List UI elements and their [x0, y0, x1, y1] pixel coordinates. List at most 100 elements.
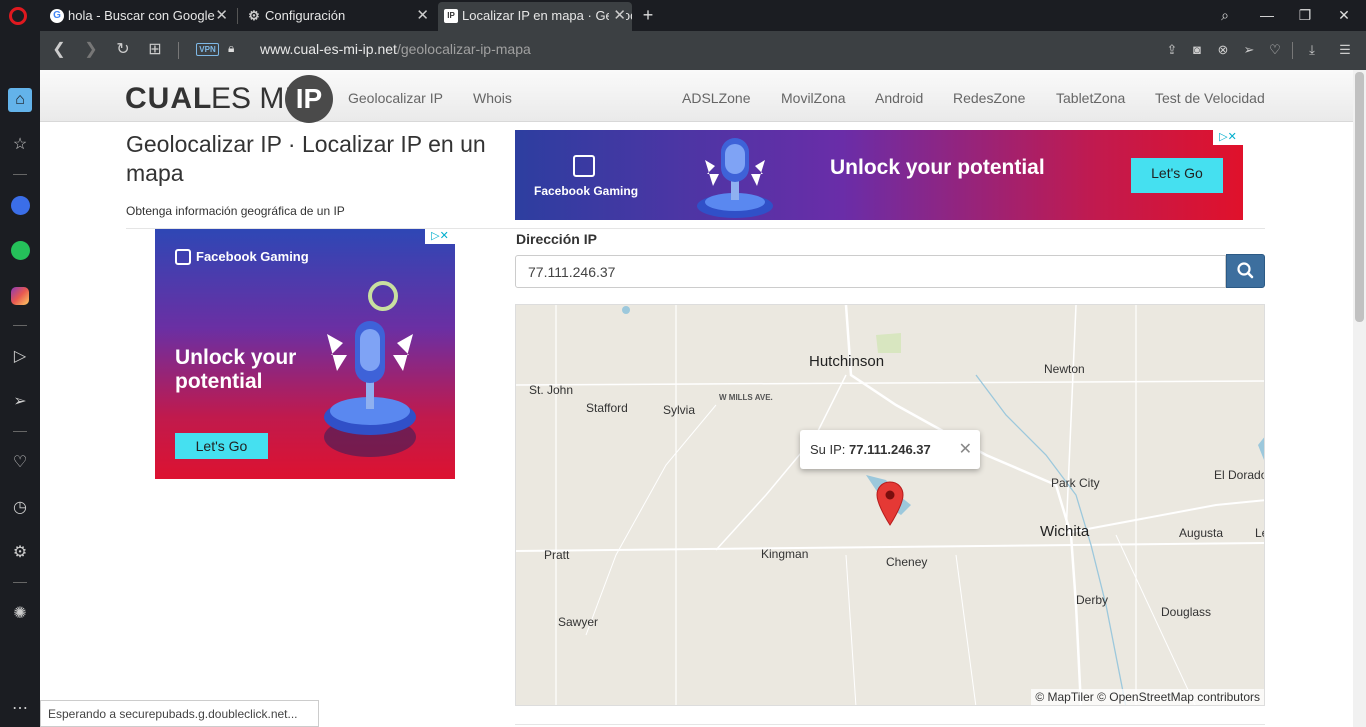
- facebook-gaming-logo-icon: [573, 155, 595, 177]
- camera-icon[interactable]: ◙: [1187, 40, 1207, 60]
- web-page: CUAL ES MI IP Geolocalizar IP Whois ADSL…: [40, 70, 1366, 727]
- map-label-derby: Derby: [1076, 593, 1109, 607]
- adchoices-icon[interactable]: ▷✕: [1213, 130, 1243, 145]
- url-field[interactable]: www.cual-es-mi-ip.net/geolocalizar-ip-ma…: [260, 41, 531, 57]
- reload-icon[interactable]: ↻: [112, 39, 134, 61]
- home-icon[interactable]: ⌂: [8, 88, 32, 112]
- tab-separator: [237, 8, 238, 24]
- microphone-illustration-icon: [324, 281, 416, 457]
- instagram-icon[interactable]: [8, 284, 32, 308]
- gear-icon: ⚙: [248, 8, 260, 23]
- page-scrollbar[interactable]: [1353, 70, 1366, 727]
- close-tab-icon[interactable]: ✕: [215, 2, 228, 29]
- page-title: Geolocalizar IP · Localizar IP en un map…: [126, 131, 486, 186]
- download-icon[interactable]: ⤓: [1302, 40, 1322, 60]
- map-label-hutchinson: Hutchinson: [809, 353, 885, 370]
- restore-icon[interactable]: ❐: [1293, 4, 1317, 26]
- menu-movilzona[interactable]: MovilZona: [781, 90, 846, 106]
- map-label-sawyer: Sawyer: [558, 615, 599, 629]
- search-icon: [1237, 262, 1254, 279]
- divider: [13, 431, 27, 432]
- tab-title: hola - Buscar con Google: [68, 8, 215, 23]
- popup-ip: 77.111.246.37: [849, 442, 931, 457]
- more-icon[interactable]: ⋯: [8, 697, 32, 721]
- divider: [178, 42, 179, 59]
- adchoices-icon[interactable]: ▷✕: [425, 229, 455, 244]
- menu-android[interactable]: Android: [875, 90, 923, 106]
- menu-test-de-velocidad[interactable]: Test de Velocidad: [1155, 90, 1265, 106]
- banner-ad-top[interactable]: ▷✕ Facebook Gaming Unlock your potential…: [515, 130, 1243, 220]
- address-bar: ❮ ❯ ↻ ⊞ VPN 🔒︎ www.cual-es-mi-ip.net/geo…: [40, 31, 1366, 70]
- player-icon[interactable]: ▷: [8, 345, 32, 369]
- favorites-icon[interactable]: ♡: [8, 451, 32, 475]
- site-favicon-icon: IP: [444, 9, 458, 23]
- site-header: CUAL ES MI IP Geolocalizar IP Whois ADSL…: [40, 70, 1353, 123]
- ip-address-label: Dirección IP: [516, 231, 597, 247]
- menu-tabletzona[interactable]: TabletZona: [1056, 90, 1125, 106]
- share-icon[interactable]: ⇪: [1162, 40, 1182, 60]
- map-label-kingman: Kingman: [761, 547, 809, 561]
- menu-whois[interactable]: Whois: [473, 90, 512, 106]
- ad-cta-button[interactable]: Let's Go: [175, 433, 268, 459]
- tabs-grid-icon[interactable]: ⊞: [144, 39, 166, 61]
- heart-icon[interactable]: ♡: [1265, 40, 1285, 60]
- search-button[interactable]: [1226, 254, 1265, 288]
- ad-brand: Facebook Gaming: [534, 184, 639, 198]
- map-label-cheney: Cheney: [886, 555, 928, 569]
- map-label-pratt: Pratt: [544, 548, 570, 562]
- close-tab-icon[interactable]: ✕: [609, 2, 626, 29]
- send-icon[interactable]: ➢: [1239, 40, 1259, 60]
- url-domain: www.cual-es-mi-ip.net: [260, 41, 397, 57]
- ip-info-popup: Su IP: 77.111.246.37 ✕: [800, 430, 980, 469]
- tab-google[interactable]: G hola - Buscar con Google ✕: [44, 2, 234, 31]
- tab-configuracion[interactable]: ⚙ Configuración ✕: [241, 2, 435, 31]
- divider: [1292, 42, 1293, 59]
- new-tab-icon[interactable]: +: [636, 4, 660, 26]
- map-label-st-john: St. John: [529, 383, 574, 397]
- map-attribution[interactable]: © MapTiler © OpenStreetMap contributors: [1031, 689, 1264, 705]
- tips-bulb-icon[interactable]: ✺: [8, 602, 32, 626]
- speed-dial-icon[interactable]: ☆: [8, 133, 32, 157]
- scrollbar-thumb[interactable]: [1355, 72, 1364, 322]
- messenger-icon[interactable]: [8, 194, 32, 218]
- opera-logo-icon[interactable]: [9, 7, 27, 25]
- sidebar-ad[interactable]: ▷✕ Facebook Gaming Unlock your potential…: [155, 229, 455, 479]
- ip-address-input[interactable]: [515, 255, 1226, 288]
- logo-ip-circle: IP: [285, 75, 333, 123]
- divider: [13, 325, 27, 326]
- minimize-icon[interactable]: —: [1255, 4, 1279, 26]
- flow-icon[interactable]: ➢: [8, 390, 32, 414]
- divider: [13, 174, 27, 175]
- close-window-icon[interactable]: ✕: [1332, 4, 1356, 26]
- tab-title: Configuración: [265, 8, 346, 23]
- location-marker-icon[interactable]: [876, 481, 904, 527]
- menu-icon[interactable]: ☰: [1335, 40, 1355, 60]
- history-icon[interactable]: ◷: [8, 496, 32, 520]
- whatsapp-icon[interactable]: [8, 239, 32, 263]
- ad-headline: Unlock your potential: [175, 346, 297, 393]
- back-icon[interactable]: ❮: [48, 39, 70, 61]
- settings-icon[interactable]: ⚙: [8, 541, 32, 565]
- tab-search-icon[interactable]: ⌕: [1213, 4, 1237, 26]
- divider: [13, 582, 27, 583]
- menu-redeszone[interactable]: RedesZone: [953, 90, 1025, 106]
- popup-close-icon[interactable]: ✕: [959, 430, 972, 469]
- tab-localizar-ip[interactable]: IP Localizar IP en mapa · Geolocalizar I…: [438, 2, 632, 31]
- page-subtitle: Obtenga información geográfica de un IP: [126, 204, 345, 218]
- map-label-park-city: Park City: [1051, 476, 1100, 490]
- forward-icon[interactable]: ❯: [80, 39, 102, 61]
- divider: [515, 724, 1265, 725]
- menu-adslzone[interactable]: ADSLZone: [682, 90, 750, 106]
- vpn-badge[interactable]: VPN: [196, 43, 219, 56]
- close-tab-icon[interactable]: ✕: [416, 2, 429, 29]
- lock-icon[interactable]: 🔒︎: [228, 41, 234, 56]
- facebook-gaming-logo-icon: [175, 249, 191, 265]
- menu-geolocalizar-ip[interactable]: Geolocalizar IP: [348, 90, 443, 106]
- google-icon: G: [50, 9, 64, 23]
- ad-cta-button[interactable]: Let's Go: [1131, 158, 1223, 193]
- adblock-icon[interactable]: ⊗: [1213, 40, 1233, 60]
- map[interactable]: Hutchinson Newton St. John Stafford Sylv…: [515, 304, 1265, 706]
- map-label-douglass: Douglass: [1161, 605, 1212, 619]
- popup-label: Su IP:: [810, 442, 846, 457]
- ad-brand: Facebook Gaming: [196, 249, 309, 264]
